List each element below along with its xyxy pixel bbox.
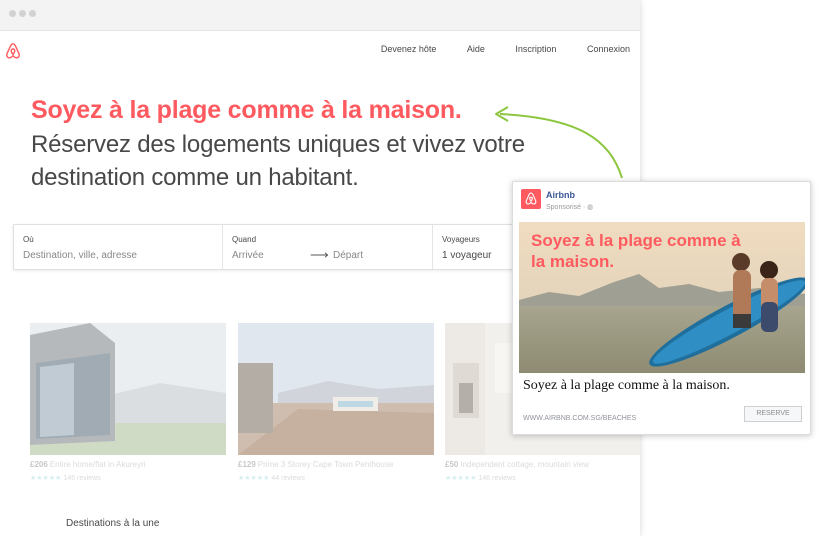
- nav-signup[interactable]: Inscription: [515, 44, 556, 54]
- airbnb-logo-icon[interactable]: [4, 42, 22, 60]
- facebook-ad[interactable]: Airbnb Sponsorisé · ◍ Soyez à la plage c…: [512, 181, 811, 435]
- pointer-arrow-icon: [495, 106, 623, 179]
- listing-card[interactable]: £129 Prime 3 Storey Cape Town Penthouse ★…: [238, 323, 434, 482]
- listing-price: £129: [238, 460, 256, 469]
- listing-photo[interactable]: [238, 323, 434, 455]
- top-nav: Devenez hôte Aide Inscription Connexion: [0, 30, 640, 70]
- window-dot-icon: [9, 10, 16, 17]
- nav-links: Devenez hôte Aide Inscription Connexion: [353, 44, 630, 54]
- reserve-button[interactable]: RESERVE: [744, 406, 802, 422]
- rating-stars-icon: ★★★★★: [30, 475, 62, 482]
- where-label: Où: [23, 235, 34, 244]
- rating-stars-icon: ★★★★★: [445, 475, 477, 482]
- listing-desc: Entire home/flat in Akureyri: [49, 460, 146, 469]
- hero-title: Soyez à la plage comme à la maison.: [31, 96, 462, 124]
- where-field[interactable]: Où Destination, ville, adresse: [14, 225, 223, 269]
- listing-price: £206: [30, 460, 48, 469]
- nav-help[interactable]: Aide: [467, 44, 485, 54]
- guests-label: Voyageurs: [442, 235, 480, 244]
- guests-select[interactable]: 1 voyageur: [442, 250, 491, 261]
- listing-reviews: 146 reviews: [478, 475, 516, 482]
- ad-url[interactable]: WWW.AIRBNB.COM.SG/BEACHES: [523, 415, 636, 422]
- airbnb-logo-icon: [521, 189, 541, 209]
- checkout-input[interactable]: Départ: [333, 250, 363, 261]
- ad-brand-name[interactable]: Airbnb: [546, 190, 575, 200]
- featured-destinations-heading: Destinations à la une: [66, 518, 160, 529]
- listing-price: £50: [445, 460, 459, 469]
- where-input[interactable]: Destination, ville, adresse: [23, 250, 137, 261]
- nav-login[interactable]: Connexion: [587, 44, 630, 54]
- arrow-right-icon: ⟶: [310, 247, 329, 262]
- nav-become-host[interactable]: Devenez hôte: [381, 44, 437, 54]
- when-field[interactable]: Quand Arrivée ⟶ Départ: [223, 225, 433, 269]
- listing-reviews: 44 reviews: [271, 475, 305, 482]
- listing-desc: Prime 3 Storey Cape Town Penthouse: [257, 460, 394, 469]
- checkin-input[interactable]: Arrivée: [232, 250, 264, 261]
- ad-sponsored-label: Sponsorisé · ◍: [546, 204, 594, 211]
- rating-stars-icon: ★★★★★: [238, 475, 270, 482]
- listing-photo[interactable]: [30, 323, 226, 455]
- ad-text: Soyez à la plage comme à la maison.: [523, 378, 730, 393]
- when-label: Quand: [232, 235, 257, 244]
- ad-image-headline: Soyez à la plage comme à la maison.: [531, 231, 741, 271]
- browser-chrome: [0, 0, 640, 31]
- listing-reviews: 146 reviews: [63, 475, 101, 482]
- ad-image[interactable]: Soyez à la plage comme à la maison.: [519, 222, 805, 373]
- listing-desc: Independent cottage, mountain view: [460, 460, 589, 469]
- window-dot-icon: [19, 10, 26, 17]
- window-dot-icon: [29, 10, 36, 17]
- listing-card[interactable]: £206 Entire home/flat in Akureyri ★★★★★ 14…: [30, 323, 226, 482]
